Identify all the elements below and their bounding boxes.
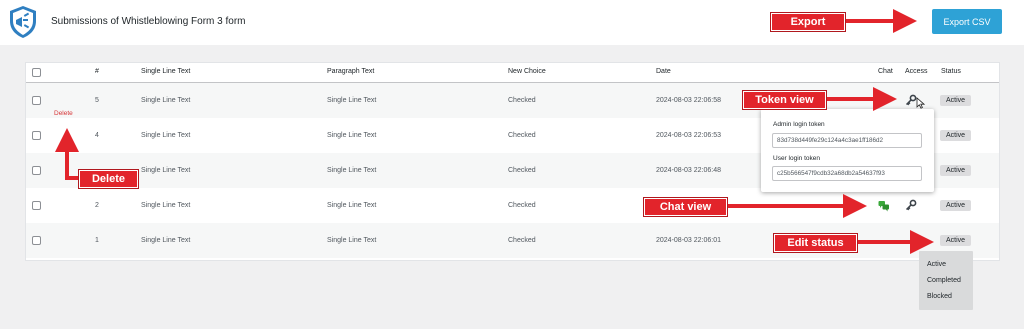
delete-callout: Delete (78, 169, 139, 189)
annotation-arrows (55, 9, 934, 254)
chat-view-callout: Chat view (643, 197, 728, 217)
export-callout: Export (770, 12, 846, 32)
token-view-callout: Token view (742, 90, 827, 110)
edit-status-callout: Edit status (773, 233, 858, 253)
